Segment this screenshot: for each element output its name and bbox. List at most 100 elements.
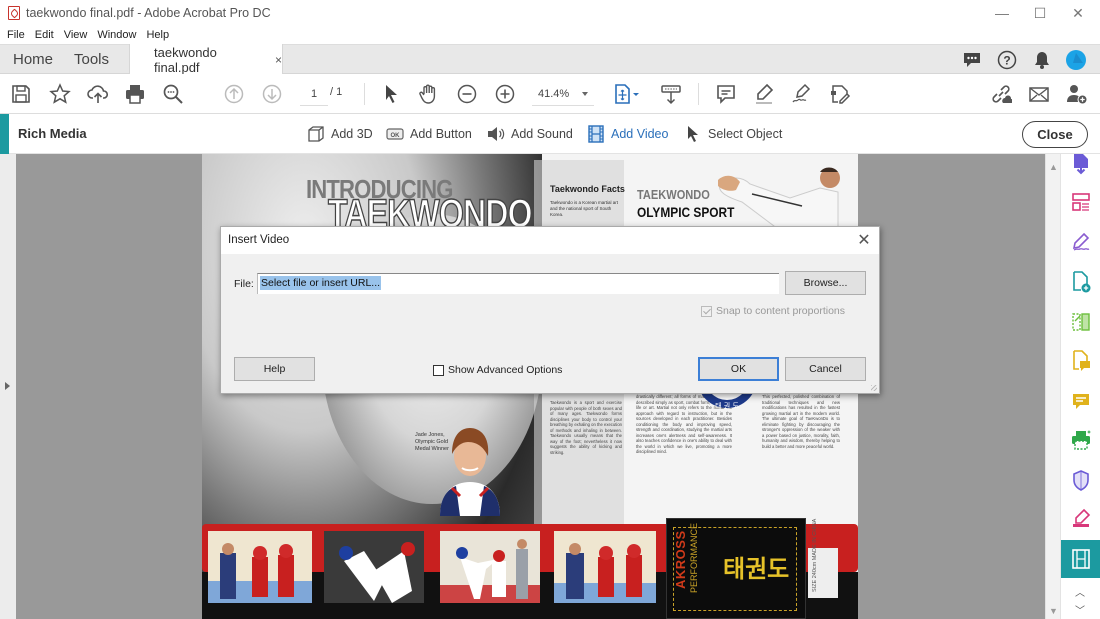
dialog-title: Insert Video (228, 234, 290, 246)
add-button-label: Add Button (410, 127, 472, 141)
window-close-button[interactable]: ✕ (1058, 0, 1098, 26)
print-icon[interactable] (123, 82, 147, 106)
create-pdf-icon[interactable] (1069, 270, 1093, 294)
facts-title: Taekwondo Facts (550, 184, 625, 194)
minimize-button[interactable]: — (982, 0, 1022, 26)
ok-button[interactable]: OK (698, 357, 779, 381)
add-button-button[interactable]: OK Add Button (386, 124, 472, 144)
dialog-close-icon[interactable]: ✕ (853, 230, 875, 252)
rich-media-icon (1072, 549, 1090, 569)
svg-text:태 권 도: 태 권 도 (715, 402, 739, 410)
svg-text:?: ? (1003, 54, 1010, 68)
next-page-icon[interactable] (260, 82, 284, 106)
zoom-level-value: 41.4% (538, 88, 570, 100)
add-3d-button[interactable]: Add 3D (307, 124, 373, 144)
menu-bar: File Edit View Window Help (0, 26, 1100, 44)
share-link-icon[interactable] (989, 82, 1013, 106)
email-icon[interactable] (1027, 82, 1051, 106)
scroll-down-icon[interactable]: ▼ (1049, 606, 1058, 616)
snap-checkbox-box[interactable] (701, 305, 712, 317)
add-sound-button[interactable]: Add Sound (487, 124, 573, 144)
user-avatar[interactable] (1065, 49, 1087, 71)
comment-icon[interactable] (1069, 390, 1093, 414)
menu-help[interactable]: Help (146, 29, 169, 41)
snap-label: Snap to content proportions (716, 305, 846, 317)
select-object-button[interactable]: Select Object (684, 124, 782, 144)
upload-cloud-icon[interactable] (86, 82, 110, 106)
help-button[interactable]: Help (234, 357, 315, 381)
rich-media-tool-active[interactable] (1061, 540, 1100, 578)
kicking-athlete-image (718, 167, 840, 232)
file-url-input[interactable]: Select file or insert URL... (257, 273, 779, 294)
organize-pages-icon[interactable] (1069, 190, 1093, 214)
film-icon (587, 125, 605, 143)
snap-proportions-checkbox[interactable]: Snap to content proportions (701, 305, 845, 317)
menu-file[interactable]: File (7, 29, 25, 41)
resize-grip[interactable] (871, 385, 877, 391)
chevron-up-icon[interactable]: ︿ (1075, 584, 1085, 599)
tab-close-icon[interactable]: × (275, 53, 282, 67)
menu-view[interactable]: View (64, 29, 88, 41)
cancel-button[interactable]: Cancel (785, 357, 866, 381)
search-zoom-icon[interactable] (161, 82, 185, 106)
save-icon[interactable] (9, 82, 33, 106)
tab-document[interactable]: taekwondo final.pdf × (129, 44, 283, 75)
main-toolbar: 1 / 1 41.4% (0, 74, 1100, 114)
fill-sign-icon[interactable] (828, 82, 852, 106)
article-column-1: Taekwondo is a sport and exercise popula… (550, 400, 622, 455)
add-sound-label: Add Sound (511, 127, 573, 141)
select-pointer-icon[interactable] (379, 82, 403, 106)
highlight-icon[interactable] (752, 82, 776, 106)
compare-icon[interactable] (1069, 310, 1093, 334)
hand-pan-icon[interactable] (417, 82, 441, 106)
select-object-label: Select Object (708, 127, 783, 141)
sign-icon[interactable] (789, 82, 813, 106)
bookmark-star-icon[interactable] (48, 82, 72, 106)
sparring-photo-2 (324, 531, 424, 603)
send-review-icon[interactable] (1069, 349, 1093, 373)
tab-tools[interactable]: Tools (74, 45, 109, 74)
scroll-mode-icon[interactable] (659, 82, 683, 106)
add-video-label: Add Video (611, 127, 669, 141)
chat-icon[interactable] (961, 49, 983, 71)
advanced-checkbox-box[interactable] (433, 364, 444, 376)
chevron-down-icon (582, 92, 588, 96)
acrobat-app-icon (8, 6, 20, 20)
page-number-input[interactable]: 1 (300, 84, 328, 106)
expand-panel-arrow-icon[interactable] (5, 382, 10, 390)
toolbar-divider (364, 83, 365, 105)
prev-page-icon[interactable] (222, 82, 246, 106)
olympic-heading-line1: TAEKWONDO (637, 187, 710, 202)
zoom-out-icon[interactable] (455, 82, 479, 106)
tab-bar: Home Tools taekwondo final.pdf × ? (0, 44, 1100, 75)
zoom-level-select[interactable]: 41.4% (532, 84, 594, 106)
menu-window[interactable]: Window (97, 29, 136, 41)
svg-text:OK: OK (391, 133, 401, 139)
export-pdf-icon[interactable] (1069, 152, 1093, 176)
article-column-3: This perfected, polished combination of … (762, 394, 840, 449)
zoom-in-icon[interactable] (493, 82, 517, 106)
print-production-icon[interactable] (1069, 428, 1093, 452)
redact-icon[interactable] (1069, 506, 1093, 530)
notifications-bell-icon[interactable] (1031, 49, 1053, 71)
help-icon[interactable]: ? (996, 49, 1018, 71)
fill-sign-icon[interactable] (1069, 230, 1093, 254)
browse-button[interactable]: Browse... (785, 271, 866, 295)
left-navigation-rail (0, 154, 16, 619)
chevron-down-icon[interactable]: ﹀ (1075, 602, 1085, 617)
tool-title: Rich Media (18, 126, 87, 141)
tab-home[interactable]: Home (13, 45, 53, 74)
page-fit-icon[interactable] (612, 82, 642, 106)
file-label: File: (234, 278, 254, 290)
comment-icon[interactable] (714, 82, 738, 106)
protect-shield-icon[interactable] (1069, 468, 1093, 492)
scroll-up-icon[interactable]: ▲ (1049, 162, 1058, 172)
sparring-photo-4 (554, 531, 656, 603)
menu-edit[interactable]: Edit (35, 29, 54, 41)
add-user-icon[interactable] (1065, 82, 1089, 106)
close-tool-button[interactable]: Close (1022, 121, 1088, 148)
add-video-button[interactable]: Add Video (587, 124, 668, 144)
maximize-button[interactable]: ☐ (1020, 0, 1060, 26)
vertical-scrollbar[interactable]: ▲ ▼ (1045, 154, 1060, 619)
show-advanced-options-checkbox[interactable]: Show Advanced Options (433, 364, 562, 376)
